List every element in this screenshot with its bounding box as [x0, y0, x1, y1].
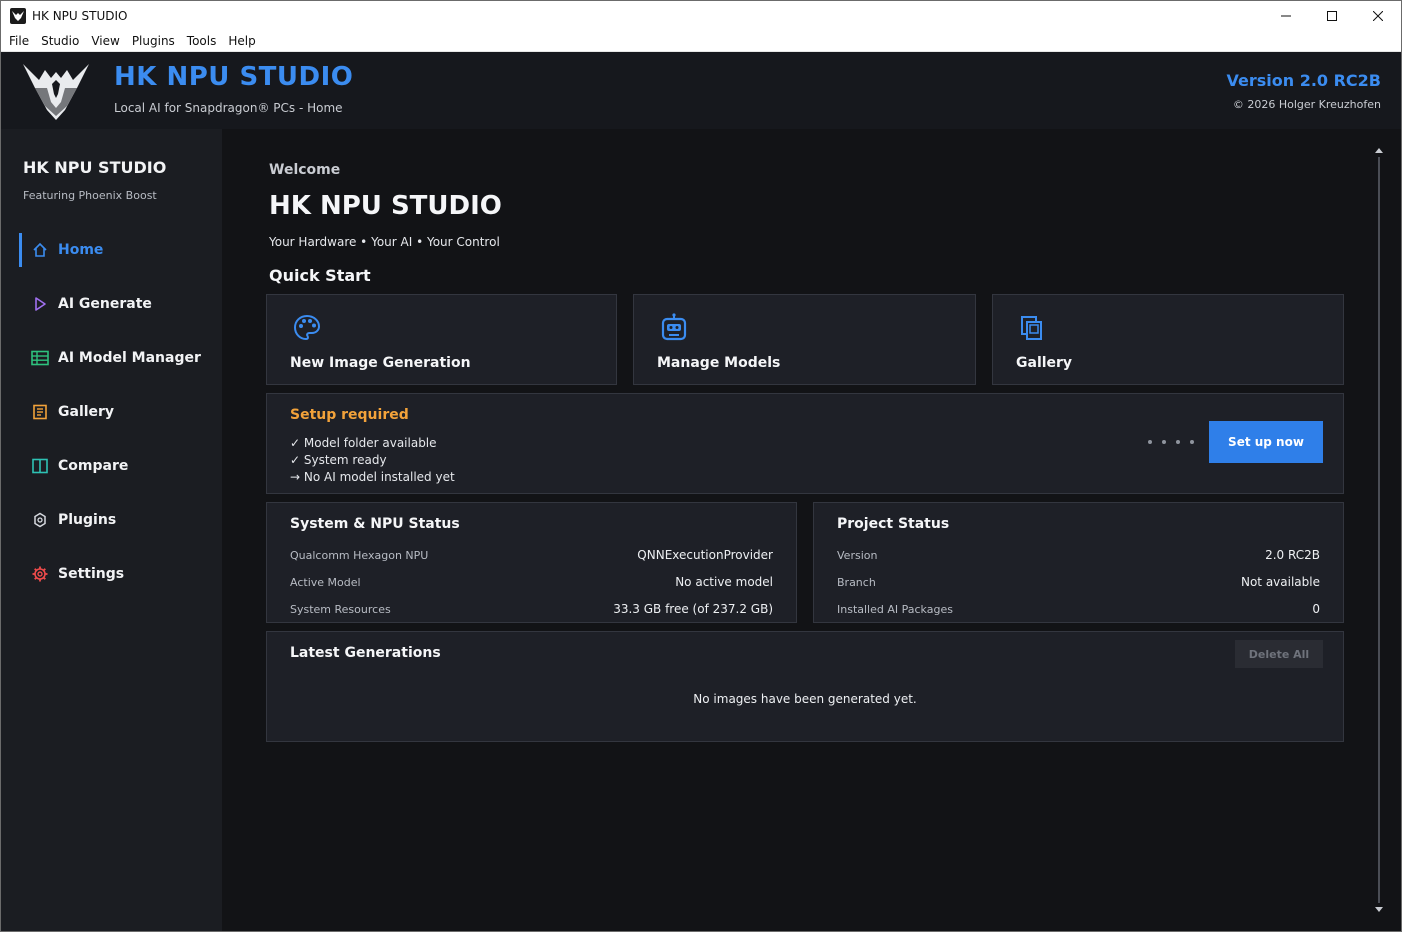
sidebar-item-plugins[interactable]: Plugins: [19, 503, 209, 537]
delete-all-button[interactable]: Delete All: [1235, 640, 1323, 668]
status-value: No active model: [675, 575, 773, 589]
play-icon: [31, 295, 49, 313]
menu-help[interactable]: Help: [222, 31, 261, 52]
robot-icon: [661, 313, 687, 341]
window-controls: [1263, 1, 1401, 31]
sidebar-item-label: Compare: [58, 458, 129, 474]
status-key: Branch: [837, 575, 876, 589]
status-row: Qualcomm Hexagon NPU QNNExecutionProvide…: [290, 546, 773, 564]
maximize-icon: [1327, 11, 1337, 21]
quick-start-new-image-card[interactable]: New Image Generation: [266, 294, 617, 385]
quick-start-label: Manage Models: [657, 355, 781, 371]
menu-tools[interactable]: Tools: [181, 31, 223, 52]
setup-required-card: Setup required ✓ Model folder available …: [266, 393, 1344, 494]
copyright-label: © 2026 Holger Kreuzhofen: [1232, 98, 1381, 111]
minimize-icon: [1281, 15, 1291, 17]
close-icon: [1373, 11, 1383, 21]
sidebar-item-label: Settings: [58, 566, 125, 582]
scroll-up-arrow-icon[interactable]: [1375, 148, 1383, 153]
page-tagline: Your Hardware • Your AI • Your Control: [269, 235, 500, 249]
welcome-label: Welcome: [269, 162, 341, 178]
setup-title: Setup required: [290, 407, 409, 423]
vertical-scrollbar[interactable]: [1372, 143, 1386, 917]
status-row: Active Model No active model: [290, 573, 773, 591]
scrollbar-track[interactable]: [1378, 157, 1380, 903]
minimize-button[interactable]: [1263, 1, 1309, 31]
project-status-panel: Project Status Version 2.0 RC2B Branch N…: [813, 502, 1344, 623]
sidebar-item-label: Plugins: [58, 512, 117, 528]
menu-plugins[interactable]: Plugins: [126, 31, 181, 52]
app-logo-icon: [10, 8, 26, 24]
sidebar-item-label: Home: [58, 242, 104, 258]
status-row: Installed AI Packages 0: [837, 600, 1320, 618]
sidebar-item-gallery[interactable]: Gallery: [19, 395, 209, 429]
sidebar-item-settings[interactable]: Settings: [19, 557, 209, 591]
panel-title: Project Status: [837, 516, 950, 532]
status-key: Installed AI Packages: [837, 602, 953, 616]
title-bar[interactable]: HK NPU STUDIO: [1, 1, 1401, 31]
status-row: Version 2.0 RC2B: [837, 546, 1320, 564]
status-key: System Resources: [290, 602, 391, 616]
panel-title: System & NPU Status: [290, 516, 460, 532]
menu-bar: File Studio View Plugins Tools Help: [1, 31, 1401, 52]
app-title: HK NPU STUDIO: [114, 62, 354, 92]
quick-start-gallery-card[interactable]: Gallery: [992, 294, 1344, 385]
latest-generations-panel: Latest Generations Delete All No images …: [266, 631, 1344, 742]
status-value: 33.3 GB free (of 237.2 GB): [613, 602, 773, 616]
quick-start-manage-models-card[interactable]: Manage Models: [633, 294, 976, 385]
empty-state-message: No images have been generated yet.: [693, 692, 917, 706]
set-up-now-button[interactable]: Set up now: [1209, 421, 1323, 463]
gallery-icon: [31, 403, 49, 421]
home-icon: [31, 241, 49, 259]
table-icon: [31, 349, 49, 367]
sidebar-item-label: AI Model Manager: [58, 350, 201, 366]
scroll-down-arrow-icon[interactable]: [1375, 907, 1383, 912]
setup-status-line: → No AI model installed yet: [290, 470, 455, 484]
images-icon: [1021, 316, 1042, 340]
phoenix-logo-icon: [23, 64, 89, 120]
setup-status-line: ✓ System ready: [290, 453, 387, 467]
app-header: HK NPU STUDIO Local AI for Snapdragon® P…: [1, 52, 1401, 129]
window-title: HK NPU STUDIO: [32, 9, 128, 23]
status-value: QNNExecutionProvider: [637, 548, 773, 562]
menu-view[interactable]: View: [85, 31, 125, 52]
sidebar-item-compare[interactable]: Compare: [19, 449, 209, 483]
sidebar-item-ai-generate[interactable]: AI Generate: [19, 287, 209, 321]
gear-icon: [31, 565, 49, 583]
close-button[interactable]: [1355, 1, 1401, 31]
page-title: HK NPU STUDIO: [269, 191, 502, 221]
quick-start-heading: Quick Start: [269, 266, 371, 285]
sidebar-title: HK NPU STUDIO: [23, 158, 167, 177]
compare-icon: [31, 457, 49, 475]
version-label: Version 2.0 RC2B: [1226, 71, 1381, 90]
system-npu-status-panel: System & NPU Status Qualcomm Hexagon NPU…: [266, 502, 797, 623]
maximize-button[interactable]: [1309, 1, 1355, 31]
status-key: Qualcomm Hexagon NPU: [290, 548, 429, 562]
panel-title: Latest Generations: [290, 645, 441, 661]
setup-status-line: ✓ Model folder available: [290, 436, 437, 450]
app-window: HK NPU STUDIO File Studio View Plugins T…: [0, 0, 1402, 932]
status-value: 2.0 RC2B: [1265, 548, 1320, 562]
sidebar-item-ai-model-manager[interactable]: AI Model Manager: [19, 341, 209, 375]
quick-start-label: New Image Generation: [290, 355, 471, 371]
menu-file[interactable]: File: [1, 31, 35, 52]
status-row: Branch Not available: [837, 573, 1320, 591]
quick-start-label: Gallery: [1016, 355, 1073, 371]
sidebar-item-label: Gallery: [58, 404, 115, 420]
status-row: System Resources 33.3 GB free (of 237.2 …: [290, 600, 773, 618]
status-value: Not available: [1240, 575, 1320, 589]
status-value: 0: [1312, 602, 1320, 616]
sidebar-item-label: AI Generate: [58, 296, 152, 312]
palette-icon: [293, 314, 321, 341]
sidebar-subtitle: Featuring Phoenix Boost: [23, 189, 157, 202]
status-key: Active Model: [290, 575, 361, 589]
main-content: Welcome HK NPU STUDIO Your Hardware • Yo…: [222, 129, 1401, 931]
menu-studio[interactable]: Studio: [35, 31, 85, 52]
plugin-icon: [31, 511, 49, 529]
status-key: Version: [837, 548, 878, 562]
loading-dots-icon: [1148, 440, 1194, 444]
sidebar: HK NPU STUDIO Featuring Phoenix Boost Ho…: [1, 129, 222, 931]
app-subtitle: Local AI for Snapdragon® PCs - Home: [114, 101, 343, 115]
sidebar-item-home[interactable]: Home: [19, 233, 209, 267]
